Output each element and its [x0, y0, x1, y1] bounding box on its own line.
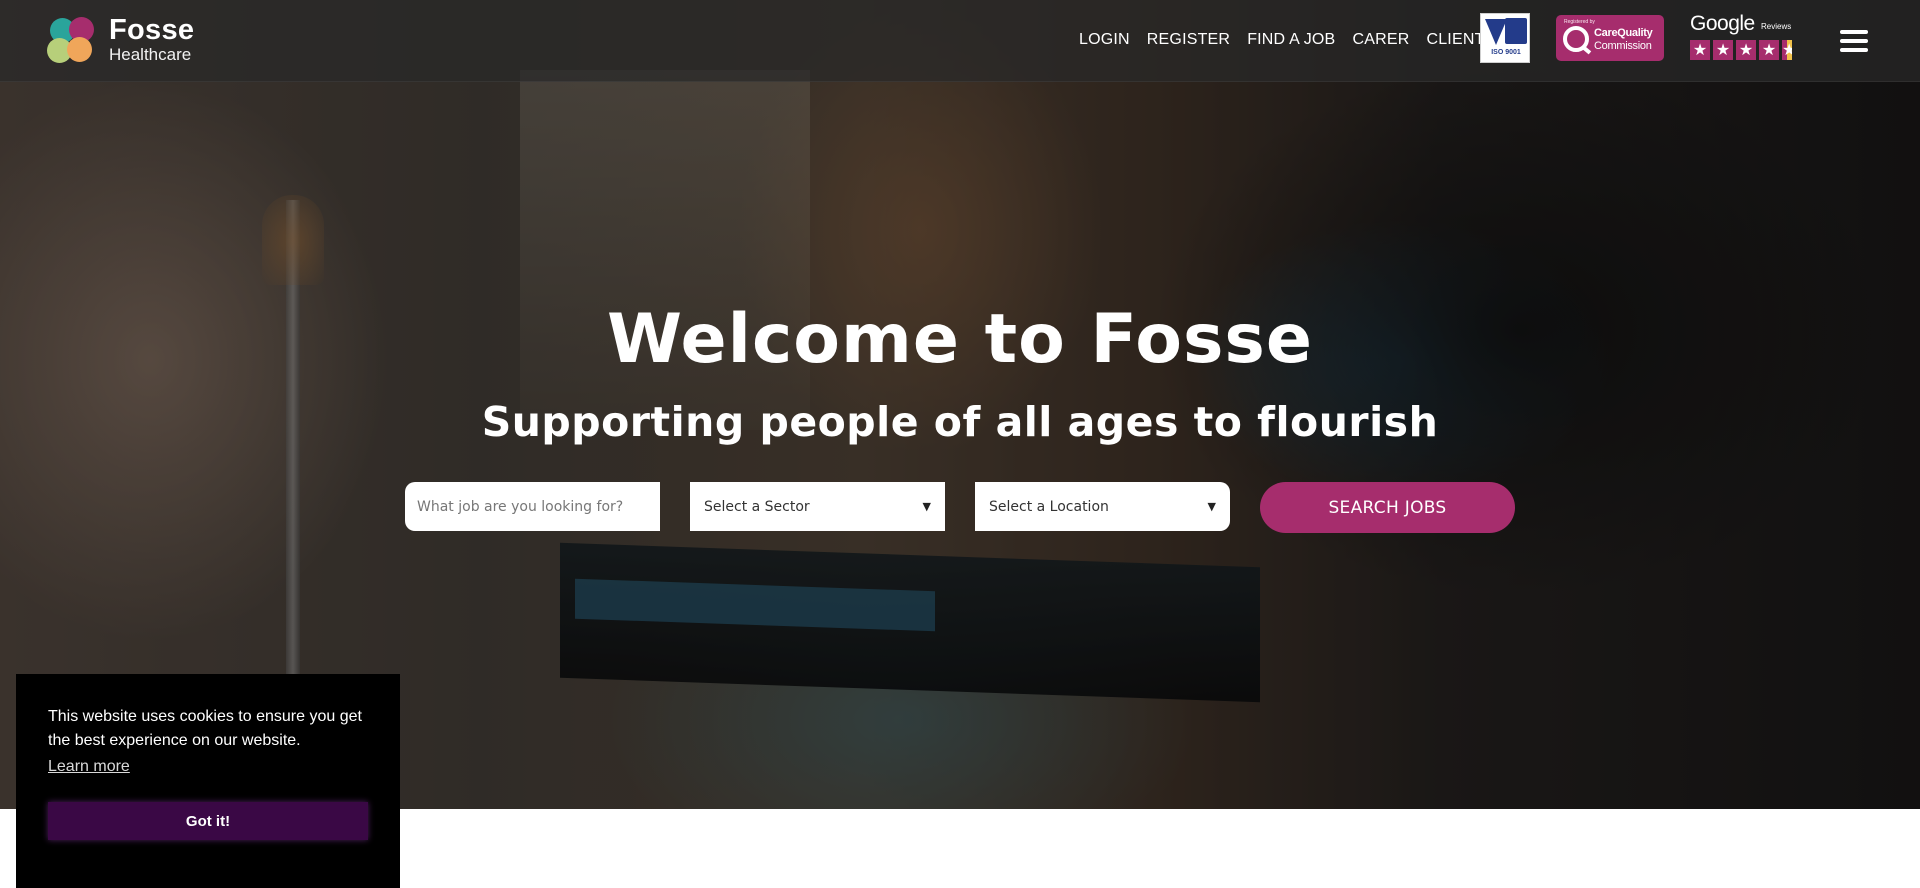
chevron-down-icon: ▼ — [1207, 500, 1216, 513]
google-reviews-text: Reviews — [1761, 22, 1792, 31]
cqc-registered-text: Registered by — [1564, 19, 1595, 25]
hamburger-menu-icon[interactable] — [1840, 30, 1868, 54]
main-nav: LOGIN REGISTER FIND A JOB CARER CLIENT — [1079, 30, 1502, 50]
sector-select-value: Select a Sector — [704, 498, 810, 515]
logo-dots-icon — [46, 16, 98, 66]
iso-badge-text: ISO 9001 — [1491, 49, 1521, 56]
nav-register[interactable]: REGISTER — [1147, 30, 1230, 50]
hero-title: Welcome to Fosse — [606, 300, 1314, 379]
star-icon: ★ — [1690, 40, 1710, 60]
cookie-banner: This website uses cookies to ensure you … — [16, 674, 400, 888]
nav-login[interactable]: LOGIN — [1079, 30, 1130, 50]
nav-client[interactable]: CLIENT — [1426, 30, 1484, 50]
sector-select[interactable]: Select a Sector ▼ — [690, 482, 945, 531]
google-reviews-badge[interactable]: Google Reviews ★ ★ ★ ★ ★ — [1690, 12, 1798, 64]
star-icon: ★ — [1736, 40, 1756, 60]
cqc-badge[interactable]: Registered by CareQuality Commission — [1556, 15, 1664, 61]
nav-carer[interactable]: CARER — [1352, 30, 1409, 50]
star-icon: ★ — [1759, 40, 1779, 60]
half-star-icon: ★ — [1782, 40, 1792, 60]
cookie-message: This website uses cookies to ensure you … — [48, 708, 362, 749]
star-icon: ★ — [1713, 40, 1733, 60]
logo-brand-name: Fosse — [109, 14, 195, 46]
job-search-bar: Select a Sector ▼ Select a Location ▼ SE… — [405, 482, 1515, 534]
nav-find-a-job[interactable]: FIND A JOB — [1247, 30, 1335, 50]
cqc-q-icon — [1563, 26, 1589, 52]
cqc-line2: Commission — [1594, 40, 1652, 52]
site-header: Fosse Healthcare LOGIN REGISTER FIND A J… — [0, 0, 1920, 82]
fosse-logo[interactable]: Fosse Healthcare — [46, 14, 206, 68]
cookie-accept-button[interactable]: Got it! — [48, 802, 368, 840]
chevron-down-icon: ▼ — [922, 500, 931, 513]
iso-badge[interactable]: ISO 9001 — [1480, 13, 1530, 63]
google-wordmark: Google — [1690, 12, 1755, 35]
location-select[interactable]: Select a Location ▼ — [975, 482, 1230, 531]
cookie-learn-more-link[interactable]: Learn more — [48, 758, 130, 776]
iso-check-icon — [1485, 19, 1507, 45]
ukas-crown-icon — [1505, 18, 1527, 44]
location-select-value: Select a Location — [989, 498, 1109, 515]
hero-subtitle: Supporting people of all ages to flouris… — [481, 398, 1439, 446]
search-jobs-button[interactable]: SEARCH JOBS — [1260, 482, 1515, 533]
logo-brand-sub: Healthcare — [109, 45, 192, 64]
cqc-line1: CareQuality — [1594, 27, 1653, 39]
job-search-input[interactable] — [405, 482, 660, 531]
google-rating-stars: ★ ★ ★ ★ ★ — [1690, 40, 1792, 60]
